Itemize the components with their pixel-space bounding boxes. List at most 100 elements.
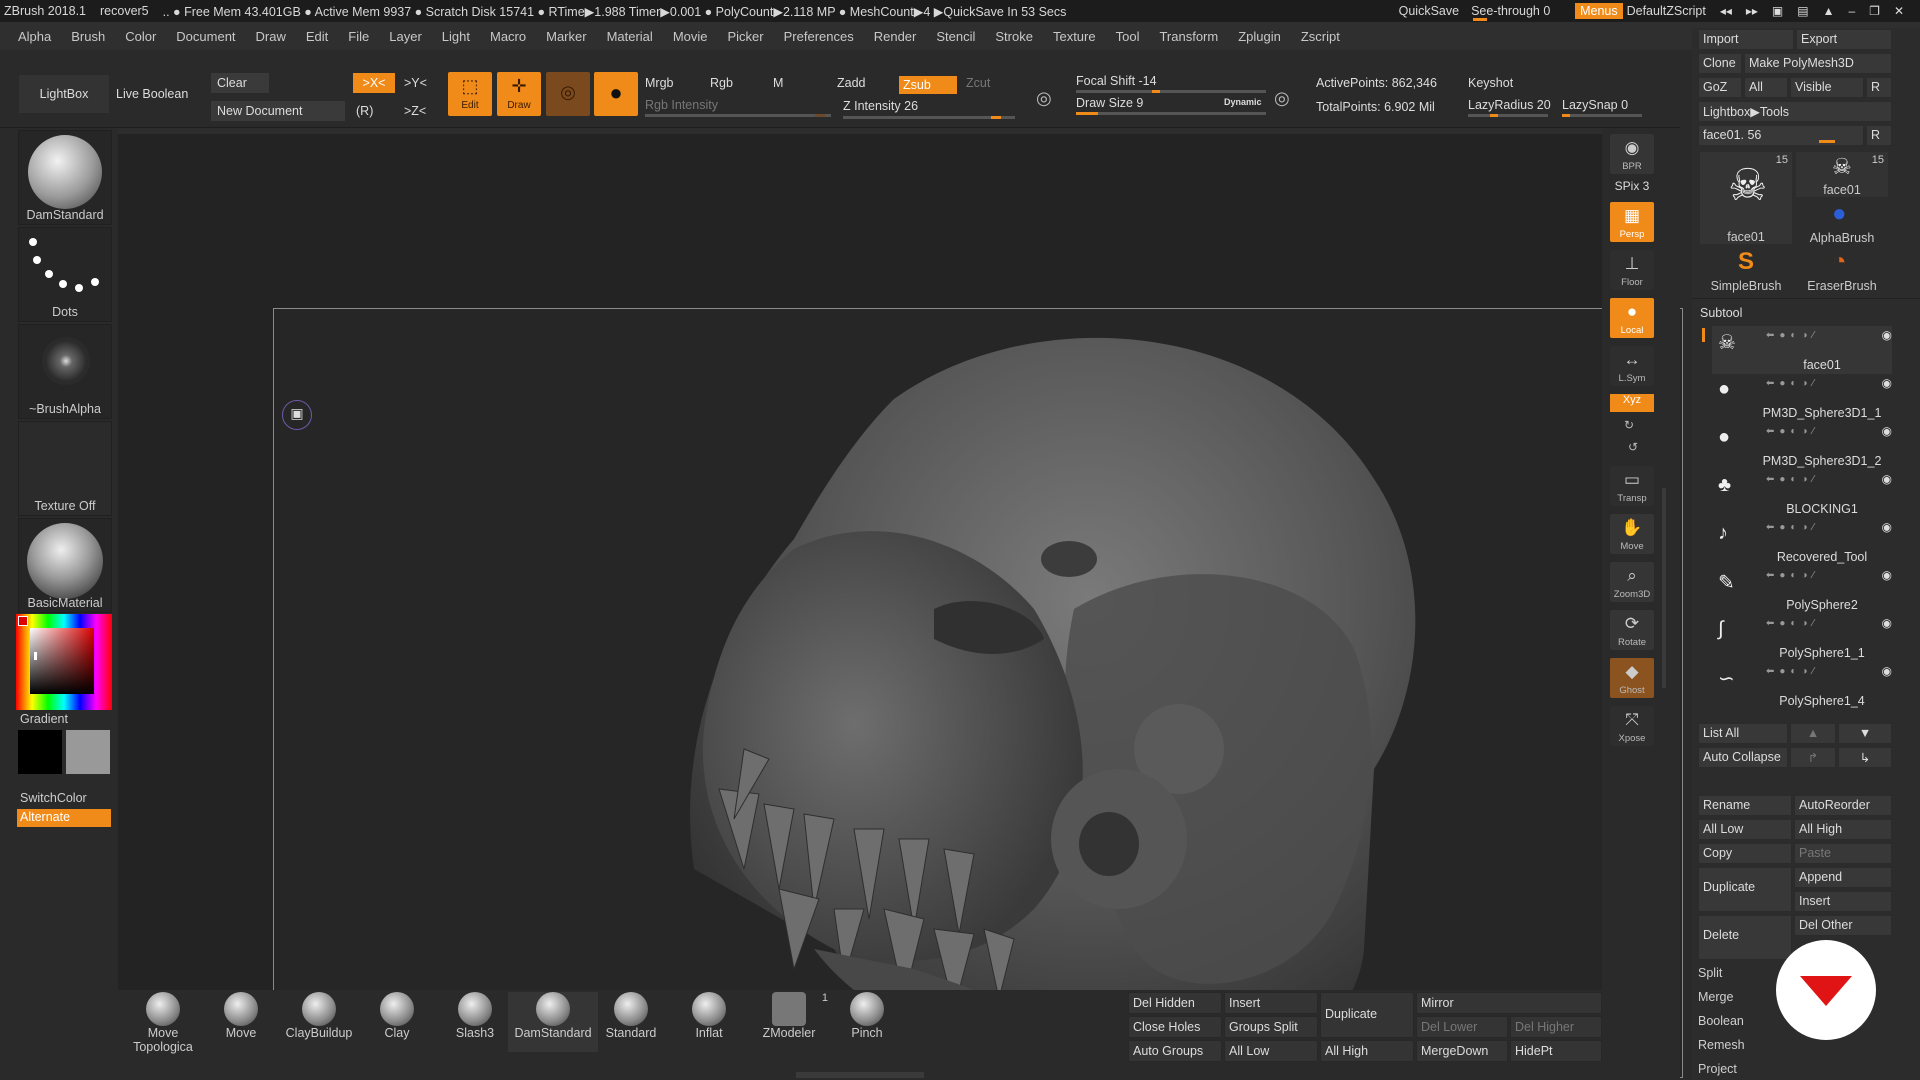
import-button[interactable]: Import	[1698, 29, 1794, 50]
menu-macro[interactable]: Macro	[480, 29, 536, 44]
menu-picker[interactable]: Picker	[718, 29, 774, 44]
subtool-item[interactable]: ♣ ⬅●◐◑⁄ ◉ BLOCKING1	[1712, 470, 1892, 518]
lock-icon[interactable]: ▲	[1823, 4, 1835, 18]
secondary-color-swatch[interactable]	[66, 730, 110, 774]
menu-brush[interactable]: Brush	[61, 29, 115, 44]
document-canvas[interactable]	[273, 308, 1683, 1080]
lightbox-button[interactable]: LightBox	[18, 74, 110, 114]
bottom-all-high-button[interactable]: All High	[1320, 1040, 1414, 1062]
menu-alpha[interactable]: Alpha	[0, 29, 61, 44]
restore-icon[interactable]: ❐	[1869, 4, 1880, 18]
rotate-z-icon[interactable]: ↺	[1628, 440, 1638, 454]
subtool-item[interactable]: ♪ ⬅●◐◑⁄ ◉ Recovered_Tool	[1712, 518, 1892, 566]
rotate-button[interactable]: ⟳ Rotate	[1610, 610, 1654, 650]
radial-symmetry-button[interactable]: (R)	[356, 104, 373, 118]
insert-button[interactable]: Insert	[1794, 891, 1892, 912]
arrow-down-right-icon[interactable]: ↳	[1838, 747, 1892, 768]
del-higher-button[interactable]: Del Higher	[1510, 1016, 1602, 1038]
quicksave-button[interactable]: QuickSave	[1387, 4, 1471, 18]
current-tool-slider[interactable]: face01. 56	[1698, 125, 1864, 146]
menu-edit[interactable]: Edit	[296, 29, 338, 44]
groups-split-button[interactable]: Groups Split	[1224, 1016, 1318, 1038]
move-up-icon[interactable]: ▲	[1790, 723, 1836, 744]
brush-clay[interactable]: Clay	[352, 992, 442, 1052]
menu-color[interactable]: Color	[115, 29, 166, 44]
focal-target-icon[interactable]: ◎	[1036, 88, 1052, 109]
bottom-insert-button[interactable]: Insert	[1224, 992, 1318, 1014]
transp-button[interactable]: ▭ Transp	[1610, 466, 1654, 506]
persp-button[interactable]: ▦ Persp	[1610, 202, 1654, 242]
right-shelf-scrollbar[interactable]	[1662, 488, 1666, 688]
floor-button[interactable]: ⊥ Floor	[1610, 250, 1654, 290]
project-section[interactable]: Project	[1698, 1062, 1737, 1076]
see-through-slider[interactable]: See-through 0	[1471, 4, 1567, 21]
menu-preferences[interactable]: Preferences	[774, 29, 864, 44]
eye-icon[interactable]: ◉	[1882, 616, 1892, 630]
duplicate-button[interactable]: Duplicate	[1698, 867, 1792, 912]
bottom-all-low-button[interactable]: All Low	[1224, 1040, 1318, 1062]
m-button[interactable]: M	[773, 76, 783, 90]
menu-marker[interactable]: Marker	[536, 29, 596, 44]
goz-button[interactable]: GoZ	[1698, 77, 1742, 98]
eye-icon[interactable]: ◉	[1882, 424, 1892, 438]
xpose-button[interactable]: ⤧ Xpose	[1610, 706, 1654, 746]
lsym-button[interactable]: ↔ L.Sym	[1610, 346, 1654, 386]
menu-layer[interactable]: Layer	[379, 29, 432, 44]
dynamic-button[interactable]: Dynamic	[1224, 97, 1262, 107]
menu-draw[interactable]: Draw	[246, 29, 296, 44]
menu-render[interactable]: Render	[864, 29, 927, 44]
eye-icon[interactable]: ◉	[1882, 328, 1892, 342]
move-view-button[interactable]: ✋ Move	[1610, 514, 1654, 554]
all-low-button[interactable]: All Low	[1698, 819, 1792, 840]
move-mode-button[interactable]: ◎	[546, 72, 590, 116]
menu-material[interactable]: Material	[597, 29, 663, 44]
tool-thumb-simplebrush[interactable]: S SimpleBrush	[1700, 248, 1792, 293]
current-tool-r-button[interactable]: R	[1866, 125, 1892, 146]
eye-icon[interactable]: ◉	[1882, 568, 1892, 582]
main-color-swatch[interactable]	[18, 730, 62, 774]
rgb-intensity-slider[interactable]: Rgb Intensity	[645, 98, 718, 112]
canvas-top-scrollbar[interactable]	[118, 128, 1602, 134]
alpha-selector[interactable]: ~BrushAlpha	[18, 324, 112, 419]
list-all-button[interactable]: List All	[1698, 723, 1788, 744]
subtool-toggles[interactable]: ⬅●◐◑⁄	[1766, 426, 1819, 437]
color-square[interactable]	[30, 628, 94, 694]
tool-thumb-face01[interactable]: 15 ☠ face01	[1796, 152, 1888, 197]
menu-stencil[interactable]: Stencil	[926, 29, 985, 44]
subtool-header[interactable]: Subtool	[1700, 306, 1742, 320]
autoreorder-button[interactable]: AutoReorder	[1794, 795, 1892, 816]
z-intensity-slider[interactable]: Z Intensity 26	[843, 99, 918, 113]
default-zscript-button[interactable]: DefaultZScript	[1627, 4, 1706, 18]
clone-button[interactable]: Clone	[1698, 53, 1742, 74]
subtool-item[interactable]: ∽ ⬅●◐◑⁄ ◉ PolySphere1_4	[1712, 662, 1892, 710]
goz-all-button[interactable]: All	[1744, 77, 1788, 98]
monster-head-model[interactable]	[274, 309, 1682, 1080]
zsub-button[interactable]: Zsub	[898, 75, 958, 95]
texture-selector[interactable]: Texture Off	[18, 421, 112, 516]
menu-stroke[interactable]: Stroke	[985, 29, 1043, 44]
tool-thumb-alphabrush[interactable]: ● AlphaBrush	[1796, 200, 1888, 245]
merge-section[interactable]: Merge	[1698, 990, 1733, 1004]
xyz-button[interactable]: Xyz	[1610, 394, 1654, 412]
subtool-item[interactable]: ● ⬅●◐◑⁄ ◉ PM3D_Sphere3D1_2	[1712, 422, 1892, 470]
scale-mode-button[interactable]: ●	[594, 72, 638, 116]
menu-zplugin[interactable]: Zplugin	[1228, 29, 1291, 44]
brush-slash3[interactable]: Slash3	[430, 992, 520, 1052]
brush-inflat[interactable]: Inflat	[664, 992, 754, 1052]
menus-button[interactable]: Menus	[1575, 3, 1623, 19]
subtool-item[interactable]: ✎ ⬅●◐◑⁄ ◉ PolySphere2	[1712, 566, 1892, 614]
stroke-selector[interactable]: Dots	[18, 227, 112, 322]
mirror-button[interactable]: Mirror	[1416, 992, 1602, 1014]
subtool-toggles[interactable]: ⬅●◐◑⁄	[1766, 666, 1819, 677]
dynamic-target-icon[interactable]: ◎	[1274, 88, 1290, 109]
alternate-button[interactable]: Alternate	[17, 809, 111, 827]
palette-icon[interactable]: ◂◂	[1720, 4, 1732, 18]
mrgb-button[interactable]: Mrgb	[645, 76, 673, 90]
split-section[interactable]: Split	[1698, 966, 1722, 980]
del-lower-button[interactable]: Del Lower	[1416, 1016, 1508, 1038]
export-button[interactable]: Export	[1796, 29, 1892, 50]
menu-file[interactable]: File	[338, 29, 379, 44]
focal-shift-slider[interactable]: Focal Shift -14	[1076, 74, 1157, 88]
spix-slider[interactable]: SPix 3	[1610, 179, 1654, 193]
arrow-right-icon[interactable]: ↱	[1790, 747, 1836, 768]
